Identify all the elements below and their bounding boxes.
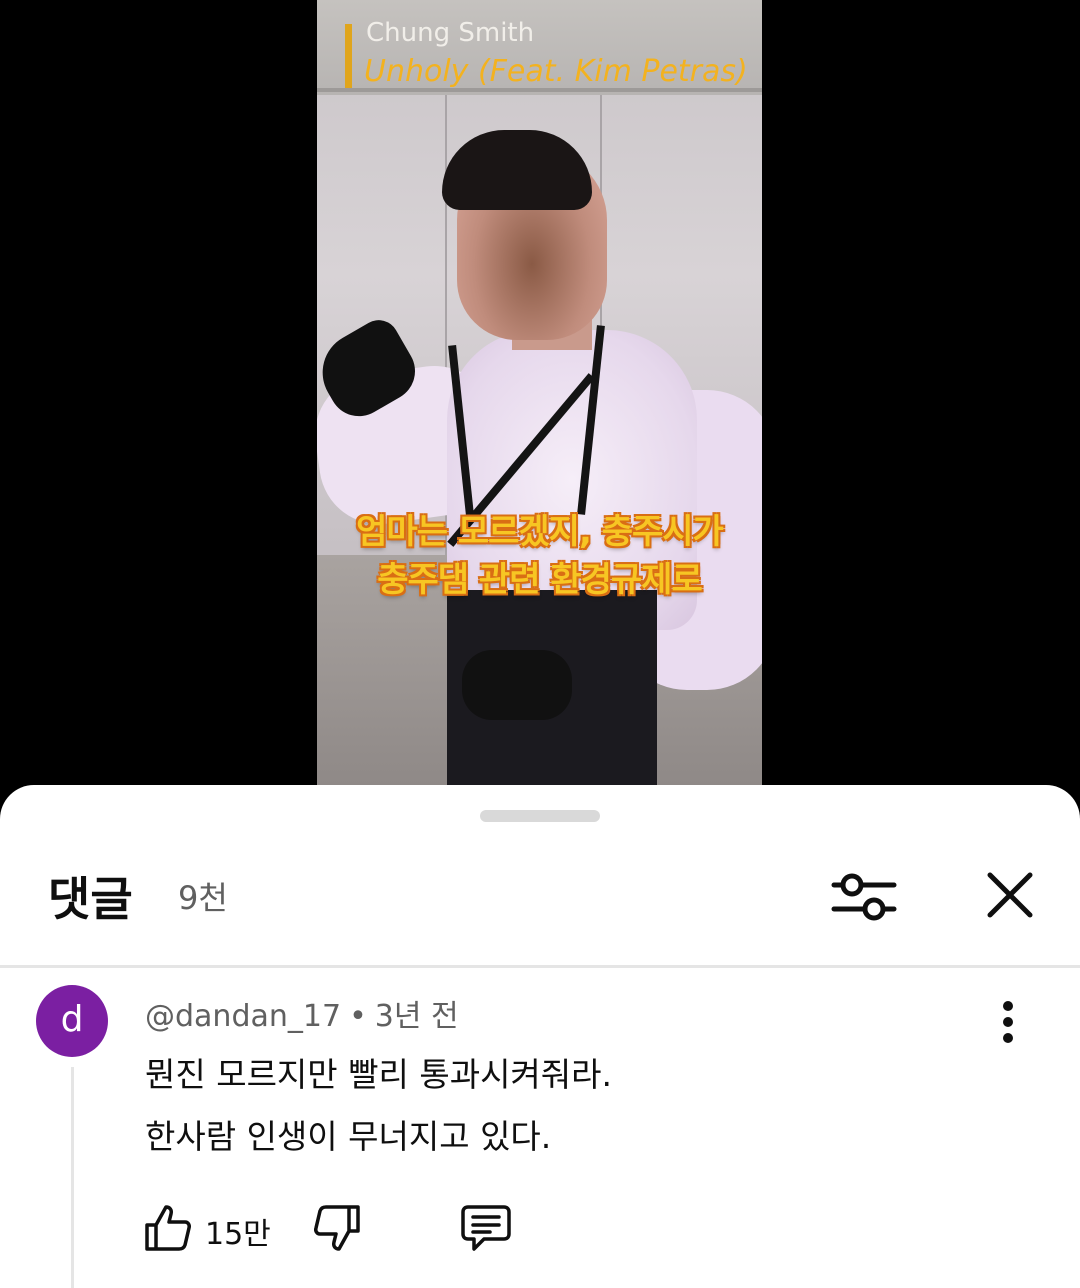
avatar[interactable]: d [36, 985, 108, 1057]
reply-button[interactable] [460, 1203, 512, 1253]
song-accent-bar [345, 24, 352, 88]
thread-line [71, 1067, 74, 1288]
comment-more-button[interactable] [990, 1000, 1026, 1048]
close-button[interactable] [980, 867, 1040, 927]
close-icon [987, 872, 1033, 918]
comment-text-line-2: 한사람 인생이 무너지고 있다. [145, 1117, 552, 1156]
comments-count: 9천 [178, 879, 228, 917]
like-button[interactable] [143, 1203, 193, 1253]
header-divider [0, 965, 1080, 968]
thumb-down-icon [314, 1205, 360, 1251]
person-hair [442, 130, 592, 210]
song-artist: Chung Smith [366, 18, 535, 48]
comment-author[interactable]: @dandan_17 [145, 999, 341, 1034]
video-frame[interactable]: Chung Smith Unholy (Feat. Kim Petras) 엄마… [317, 0, 762, 785]
sort-filter-icon [831, 873, 897, 921]
song-title: Unholy (Feat. Kim Petras) [364, 54, 748, 89]
more-vert-icon [1003, 1001, 1013, 1043]
meta-separator: • [349, 999, 367, 1034]
comment-text-line-1: 뭔진 모르지만 빨리 통과시켜줘라. [145, 1055, 612, 1094]
comment-meta: @dandan_17 • 3년 전 [145, 991, 459, 1035]
caption-line-1: 엄마는 모르겠지, 충주시가 [356, 512, 724, 552]
comment-time: 3년 전 [374, 999, 459, 1034]
video-caption: 엄마는 모르겠지, 충주시가 충주댐 관련 환경규제로 [317, 508, 762, 604]
sort-filter-button[interactable] [828, 867, 900, 927]
drag-handle[interactable] [480, 810, 600, 822]
reply-icon [461, 1205, 511, 1251]
like-count: 15만 [205, 1217, 271, 1252]
comments-sheet: 댓글 9천 d @dandan_17 • 3년 전 뭔진 모르지만 빨리 통과시켜줘… [0, 785, 1080, 1288]
comments-title: 댓글 [48, 872, 133, 926]
video-player[interactable]: Chung Smith Unholy (Feat. Kim Petras) 엄마… [0, 0, 1080, 800]
person-glove [462, 650, 572, 720]
caption-line-2: 충주댐 관련 환경규제로 [377, 560, 702, 600]
dislike-button[interactable] [312, 1203, 362, 1253]
thumb-up-icon [145, 1205, 191, 1251]
